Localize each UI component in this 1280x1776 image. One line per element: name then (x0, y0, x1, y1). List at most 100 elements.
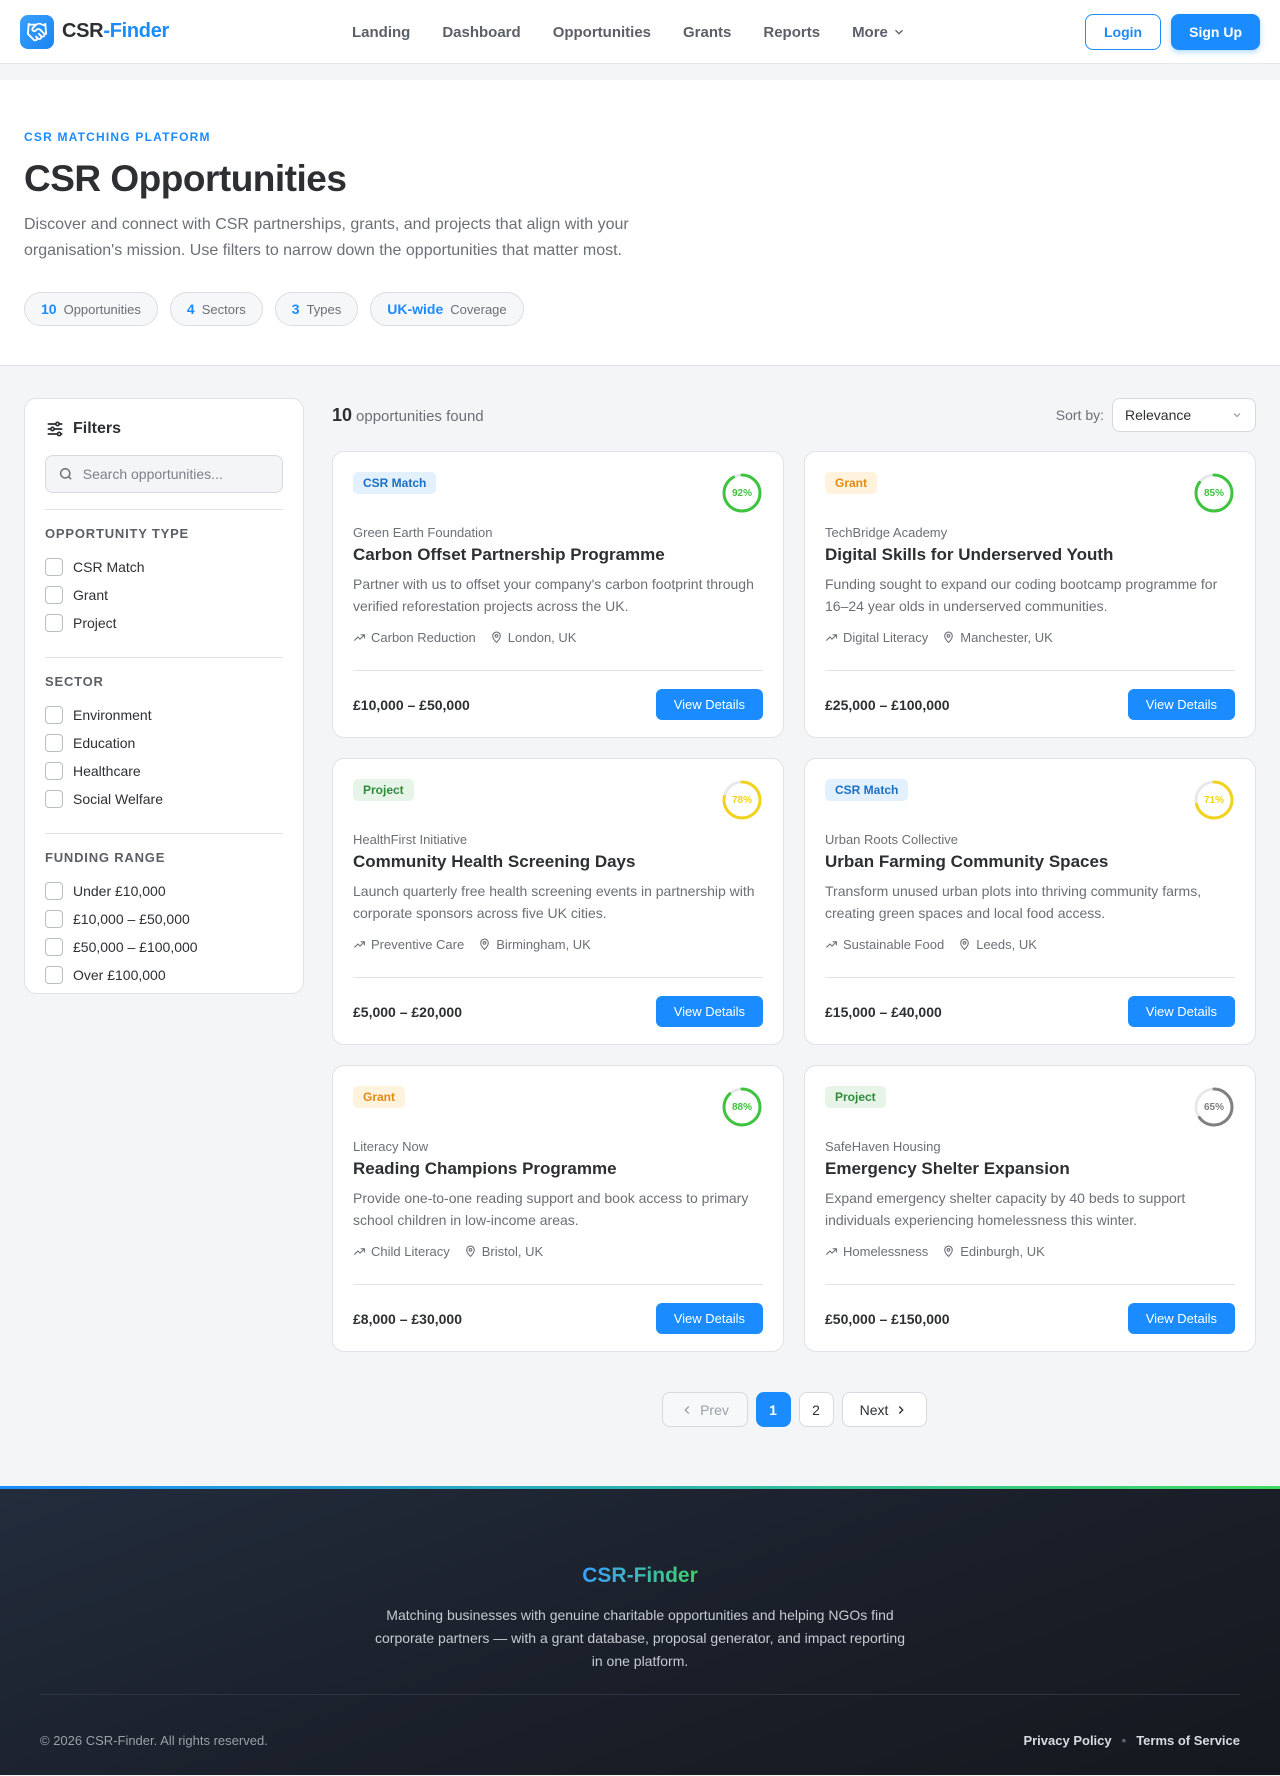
checkbox[interactable] (45, 558, 63, 576)
hero-stats: 10 Opportunities 4 Sectors 3 Types UK-wide C… (24, 292, 1256, 326)
checkbox[interactable] (45, 910, 63, 928)
hero-section: CSR MATCHING PLATFORM CSR Opportunities … (0, 80, 1280, 366)
checkbox[interactable] (45, 966, 63, 984)
filter-option[interactable]: Under £10,000 (45, 877, 283, 905)
nav-more-dropdown[interactable]: More (852, 24, 906, 41)
privacy-policy-link[interactable]: Privacy Policy (1023, 1733, 1111, 1748)
search-box[interactable] (45, 455, 283, 493)
opportunity-title[interactable]: Urban Farming Community Spaces (825, 852, 1235, 872)
opportunity-card[interactable]: Project 65% SafeHaven Housing Emergency She… (804, 1065, 1256, 1352)
opportunity-description: Transform unused urban plots into thrivi… (825, 883, 1202, 921)
nav-link-grants[interactable]: Grants (683, 24, 731, 41)
separator-dot: • (1121, 1733, 1127, 1748)
nav-link-opportunities[interactable]: Opportunities (553, 24, 651, 41)
filter-option[interactable]: £50,000 – £100,000 (45, 933, 283, 961)
location: London, UK (490, 630, 576, 645)
chevron-down-icon (1233, 413, 1241, 418)
map-pin-icon (464, 1245, 477, 1258)
checkbox[interactable] (45, 706, 63, 724)
filter-option[interactable]: Over £100,000 (45, 961, 283, 989)
trending-up-icon (353, 938, 366, 951)
trending-up-icon (353, 1245, 366, 1258)
filter-group-title-type: OPPORTUNITY TYPE (45, 526, 190, 541)
checkbox[interactable] (45, 938, 63, 956)
divider (45, 833, 283, 834)
filter-option[interactable]: Project (45, 609, 283, 637)
signup-button[interactable]: Sign Up (1171, 14, 1260, 50)
sort-label: Sort by: (1055, 407, 1104, 423)
view-details-button[interactable]: View Details (1127, 996, 1235, 1027)
card-footer: £15,000 – £40,000 View Details (825, 977, 1235, 1045)
card-footer: £5,000 – £20,000 View Details (353, 977, 763, 1045)
checkbox[interactable] (45, 790, 63, 808)
sliders-icon (47, 421, 63, 437)
filter-option[interactable]: £10,000 – £50,000 (45, 905, 283, 933)
results-area: 10 opportunities found Sort by: Relevance… (332, 398, 1256, 1486)
nav-more-label: More (852, 23, 888, 41)
footer-divider (40, 1694, 1240, 1695)
filter-option[interactable]: Grant (45, 581, 283, 609)
checkbox[interactable] (45, 586, 63, 604)
checkbox[interactable] (45, 762, 63, 780)
checkbox[interactable] (45, 614, 63, 632)
page-2-button[interactable]: 2 (798, 1392, 834, 1427)
brand-name: CSR-Finder (62, 20, 170, 42)
footer-copyright: © 2026 CSR-Finder. All rights reserved. (40, 1733, 268, 1748)
trending-up-icon (353, 631, 366, 644)
sort-select[interactable]: Relevance (1112, 398, 1256, 432)
brand[interactable]: CSR-Finder (20, 14, 170, 49)
pagination: Prev 1 2 Next (332, 1392, 1256, 1427)
funding-amount: £8,000 – £30,000 (353, 1310, 462, 1327)
opportunity-title[interactable]: Reading Champions Programme (353, 1159, 763, 1179)
view-details-button[interactable]: View Details (655, 1303, 763, 1334)
opportunity-card[interactable]: Project 78% HealthFirst Initiative Communit… (332, 758, 784, 1045)
location: Bristol, UK (464, 1244, 543, 1259)
location: Birmingham, UK (478, 937, 591, 952)
next-page-button[interactable]: Next (841, 1392, 927, 1427)
nav-actions: Login Sign Up (1085, 14, 1260, 50)
opportunity-title[interactable]: Emergency Shelter Expansion (825, 1159, 1235, 1179)
opportunity-title[interactable]: Carbon Offset Partnership Programme (353, 545, 763, 565)
checkbox[interactable] (45, 734, 63, 752)
match-score: 78% (731, 794, 752, 806)
search-input[interactable] (82, 466, 270, 482)
organisation-name: SafeHaven Housing (825, 1139, 941, 1154)
view-details-button[interactable]: View Details (1127, 689, 1235, 720)
opportunity-card[interactable]: Grant 88% Literacy Now Reading Champions Pr… (332, 1065, 784, 1352)
filter-option[interactable]: Social Welfare (45, 785, 283, 813)
filters-sidebar: Filters OPPORTUNITY TYPE CSR Match Grant… (24, 398, 304, 994)
focus-area: Carbon Reduction (353, 630, 476, 645)
stat-coverage: UK-wide Coverage (370, 292, 524, 326)
type-badge: Project (353, 779, 414, 801)
opportunity-title[interactable]: Digital Skills for Underserved Youth (825, 545, 1235, 565)
filter-option[interactable]: CSR Match (45, 553, 283, 581)
nav-link-dashboard[interactable]: Dashboard (442, 24, 520, 41)
opportunity-card[interactable]: Grant 85% TechBridge Academy Digital Skills… (804, 451, 1256, 738)
filter-option[interactable]: Education (45, 729, 283, 757)
nav-link-reports[interactable]: Reports (763, 24, 820, 41)
stat-sectors: 4 Sectors (169, 292, 263, 326)
opportunity-description: Launch quarterly free health screening e… (353, 883, 755, 921)
terms-link[interactable]: Terms of Service (1136, 1733, 1240, 1748)
login-button[interactable]: Login (1085, 14, 1162, 50)
opportunity-description: Funding sought to expand our coding boot… (825, 576, 1218, 614)
card-meta: Carbon Reduction London, UK (353, 630, 763, 645)
funding-amount: £15,000 – £40,000 (825, 1003, 942, 1020)
prev-page-button[interactable]: Prev (661, 1392, 748, 1427)
filter-option[interactable]: Healthcare (45, 757, 283, 785)
nav-links: Landing Dashboard Opportunities Grants R… (352, 0, 906, 64)
type-badge: CSR Match (825, 779, 909, 801)
opportunity-title[interactable]: Community Health Screening Days (353, 852, 763, 872)
view-details-button[interactable]: View Details (655, 996, 763, 1027)
card-meta: Homelessness Edinburgh, UK (825, 1244, 1235, 1259)
checkbox[interactable] (45, 882, 63, 900)
filter-option[interactable]: Environment (45, 701, 283, 729)
view-details-button[interactable]: View Details (655, 689, 763, 720)
sort-control: Sort by: Relevance (1056, 398, 1256, 432)
page-1-button[interactable]: 1 (755, 1392, 791, 1427)
opportunity-card[interactable]: CSR Match 71% Urban Roots Collective Urban … (804, 758, 1256, 1045)
funding-amount: £50,000 – £150,000 (825, 1310, 950, 1327)
opportunity-card[interactable]: CSR Match 92% Green Earth Foundation Carbon… (332, 451, 784, 738)
nav-link-landing[interactable]: Landing (352, 24, 410, 41)
view-details-button[interactable]: View Details (1127, 1303, 1235, 1334)
